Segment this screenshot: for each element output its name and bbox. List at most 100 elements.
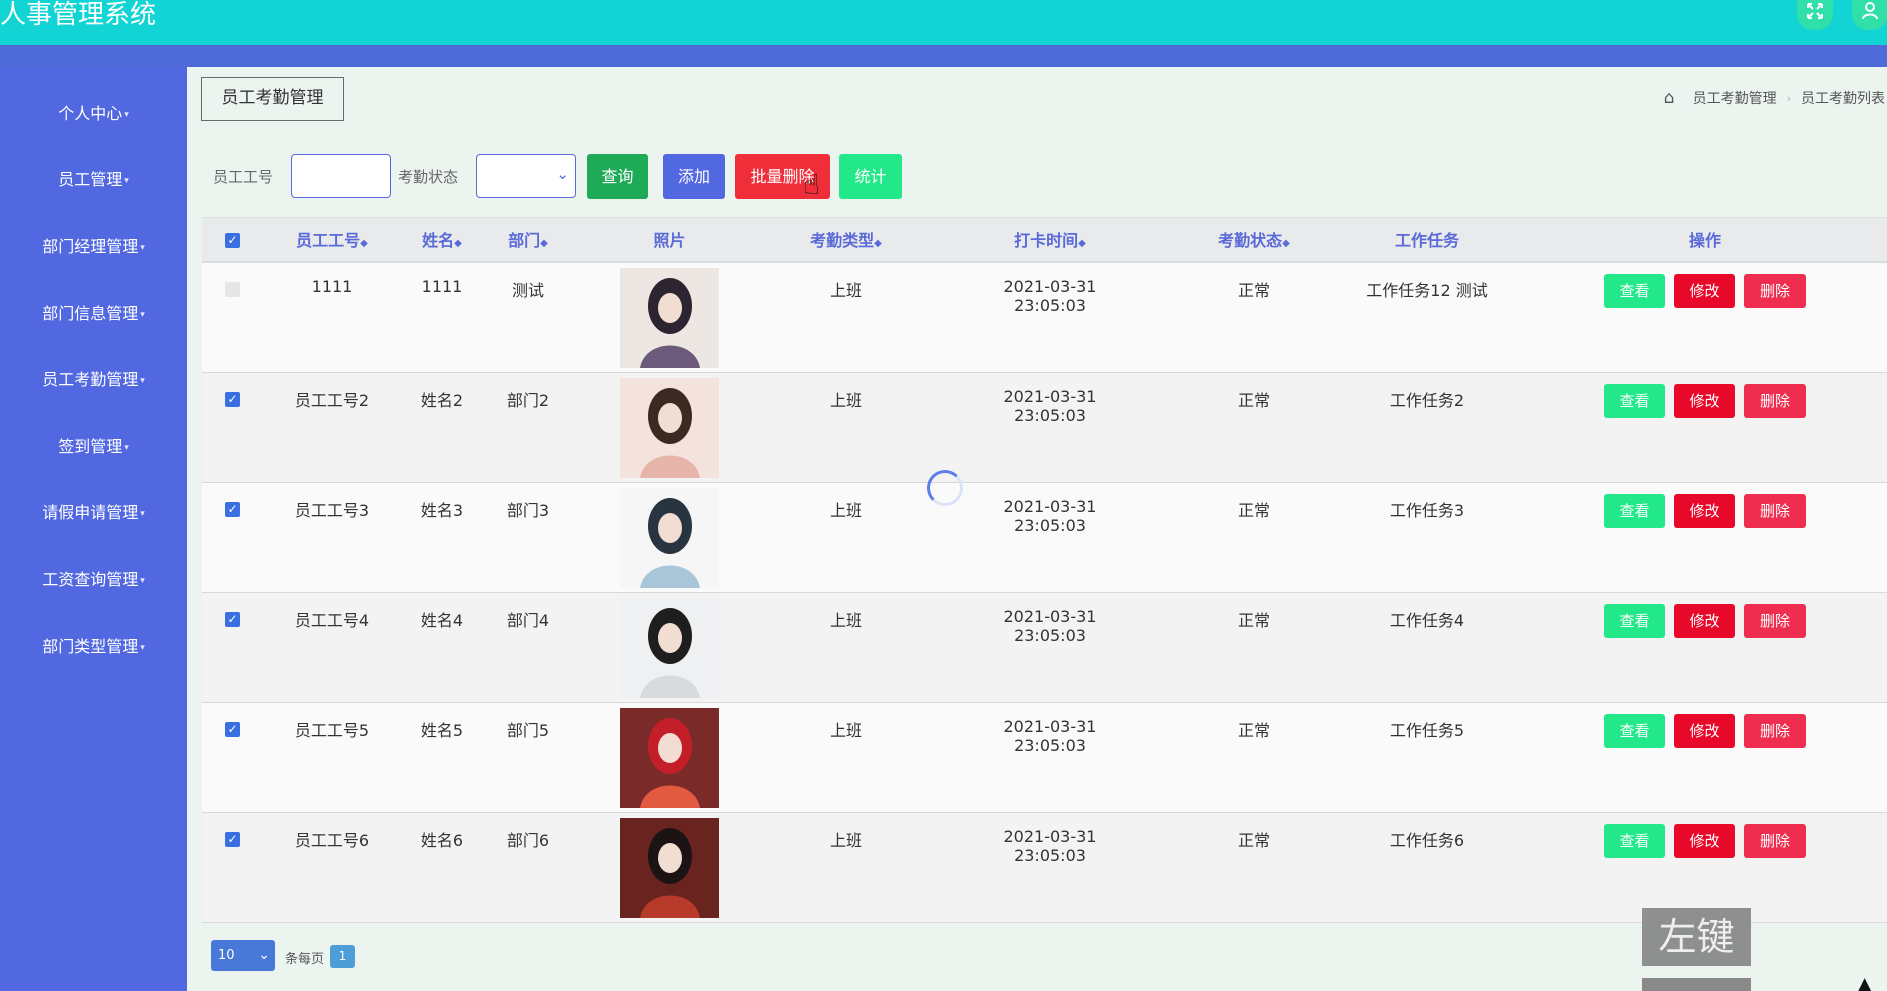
table-row: ✓ 员工工号6 姓名6 部门6 上班 2021-03-31 23:05:03 正… [202,813,1887,923]
view-button[interactable]: 查看 [1604,604,1665,638]
delete-button[interactable]: 删除 [1744,714,1806,748]
cell-status: 正常 [1237,281,1270,300]
table-row: ✓ 员工工号2 姓名2 部门2 上班 2021-03-31 23:05:03 正… [202,373,1887,483]
col-type[interactable]: 考勤类型◆ [776,218,916,263]
table-row: 1111 1111 测试 上班 2021-03-31 23:05:03 正常 工… [202,263,1887,373]
cell-name: 姓名5 [420,721,464,740]
row-checkbox[interactable]: ✓ [225,392,240,407]
delete-button[interactable]: 删除 [1744,604,1806,638]
mouse-key-overlay-secondary [1642,978,1751,991]
chevron-down-icon: ▾ [140,575,145,586]
select-all-checkbox[interactable]: ✓ [225,233,240,248]
breadcrumb-item-current: 员工考勤列表 [1801,91,1885,107]
row-checkbox[interactable] [225,282,240,297]
sidebar-item-label: 部门经理管理 [42,237,139,256]
col-status[interactable]: 考勤状态◆ [1184,218,1324,263]
cell-name: 姓名3 [420,501,464,520]
mouse-key-overlay: 左键 [1642,908,1751,966]
chevron-down-icon: ▾ [124,175,129,186]
view-button[interactable]: 查看 [1604,824,1665,858]
sidebar-item-checkin[interactable]: 签到管理 ▾ [0,432,187,462]
page-title: 员工考勤管理 [201,77,344,121]
delete-button[interactable]: 删除 [1744,824,1806,858]
emp-no-input[interactable] [291,154,391,198]
sidebar-item-label: 员工管理 [58,170,123,189]
user-icon[interactable] [1852,0,1887,30]
edit-button[interactable]: 修改 [1674,274,1735,308]
sidebar-item-dept-manager[interactable]: 部门经理管理 ▾ [0,232,187,262]
delete-button[interactable]: 删除 [1744,384,1806,418]
chevron-down-icon: ▾ [124,109,129,120]
sidebar-item-employee[interactable]: 员工管理 ▾ [0,165,187,195]
status-select[interactable]: ⌄ [476,154,576,198]
chevron-down-icon: ▾ [140,642,145,653]
sidebar-item-label: 工资查询管理 [42,570,139,589]
stats-button[interactable]: 统计 [839,154,902,199]
home-icon[interactable]: ⌂ [1664,88,1675,108]
view-button[interactable]: 查看 [1604,714,1665,748]
edit-button[interactable]: 修改 [1674,604,1735,638]
cell-emp-no: 员工工号3 [294,501,370,520]
sidebar-item-attendance[interactable]: 员工考勤管理 ▾ [0,365,187,395]
employee-photo[interactable] [620,488,719,588]
view-button[interactable]: 查看 [1604,384,1665,418]
employee-photo[interactable] [620,268,719,368]
cell-time: 2021-03-31 23:05:03 [1003,387,1097,425]
employee-photo[interactable] [620,598,719,698]
row-checkbox[interactable]: ✓ [225,612,240,627]
edit-button[interactable]: 修改 [1674,714,1735,748]
page-size-select[interactable]: 10 ⌄ [211,940,275,971]
table-row: ✓ 员工工号5 姓名5 部门5 上班 2021-03-31 23:05:03 正… [202,703,1887,813]
cell-emp-no: 1111 [311,277,353,296]
sidebar-item-dept-type[interactable]: 部门类型管理 ▾ [0,632,187,662]
sort-icon: ◆ [360,238,368,249]
col-emp-no[interactable]: 员工工号◆ [262,218,402,263]
delete-button[interactable]: 删除 [1744,494,1806,528]
employee-photo[interactable] [620,378,719,478]
cell-name: 姓名6 [420,831,464,850]
row-checkbox[interactable]: ✓ [225,832,240,847]
top-bar: 人事管理系统 [0,0,1887,45]
view-button[interactable]: 查看 [1604,494,1665,528]
expand-icon[interactable] [1797,0,1833,30]
employee-photo[interactable] [620,708,719,808]
breadcrumb-item[interactable]: 员工考勤管理 [1693,88,1777,108]
col-time[interactable]: 打卡时间◆ [980,218,1120,263]
row-checkbox[interactable]: ✓ [225,502,240,517]
edit-button[interactable]: 修改 [1674,824,1735,858]
cell-task: 工作任务3 [1389,501,1465,520]
add-button[interactable]: 添加 [663,154,725,199]
cell-name: 1111 [421,277,463,296]
cell-emp-no: 员工工号6 [294,831,370,850]
col-task: 工作任务 [1394,231,1459,250]
cell-dept: 部门3 [506,501,550,520]
employee-photo[interactable] [620,818,719,918]
sidebar-item-leave[interactable]: 请假申请管理 ▾ [0,498,187,528]
page-size-value: 10 [218,948,235,963]
sort-icon: ◆ [540,238,548,249]
cell-task: 工作任务5 [1389,721,1465,740]
sub-header-bar [0,45,1887,67]
app-title: 人事管理系统 [0,0,157,30]
sidebar-item-dept-info[interactable]: 部门信息管理 ▾ [0,299,187,329]
page-number-button[interactable]: 1 [330,945,355,968]
chevron-down-icon: ▾ [140,242,145,253]
col-name[interactable]: 姓名◆ [410,218,474,263]
col-dept[interactable]: 部门◆ [498,218,558,263]
chevron-down-icon: ⌄ [258,947,270,963]
sidebar-item-label: 签到管理 [58,437,123,456]
query-button[interactable]: 查询 [587,154,648,199]
delete-button[interactable]: 删除 [1744,274,1806,308]
status-label: 考勤状态 [398,168,459,186]
sidebar-item-label: 个人中心 [58,104,123,123]
table-row: ✓ 员工工号3 姓名3 部门3 上班 2021-03-31 23:05:03 正… [202,483,1887,593]
sidebar-item-personal-center[interactable]: 个人中心 ▾ [0,99,187,129]
row-checkbox[interactable]: ✓ [225,722,240,737]
edit-button[interactable]: 修改 [1674,384,1735,418]
view-button[interactable]: 查看 [1604,274,1665,308]
cell-task: 工作任务4 [1389,611,1465,630]
cell-status: 正常 [1237,391,1270,410]
cell-type: 上班 [829,721,862,740]
edit-button[interactable]: 修改 [1674,494,1735,528]
sidebar-item-salary[interactable]: 工资查询管理 ▾ [0,565,187,595]
